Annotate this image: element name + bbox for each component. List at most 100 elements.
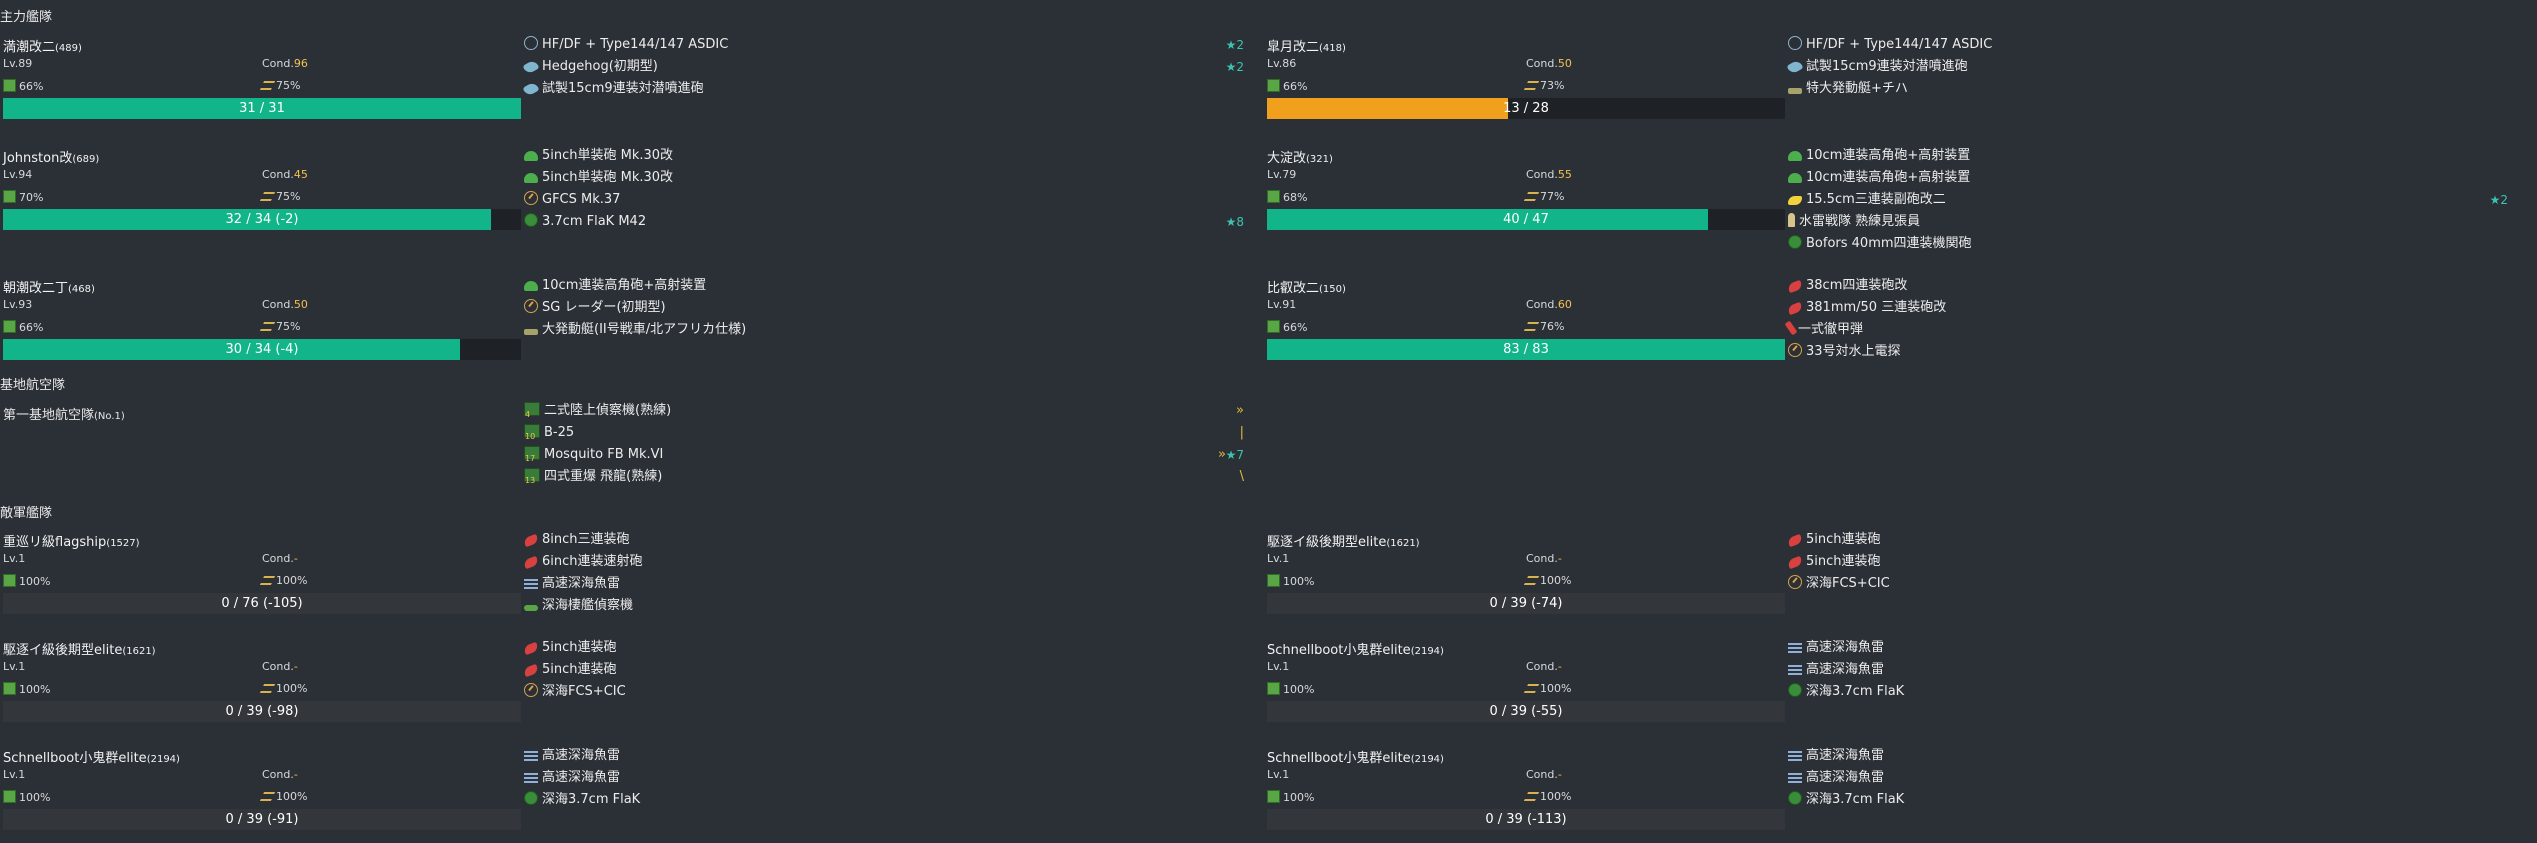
equipment-item[interactable]: 5inch連装砲: [522, 637, 1244, 659]
torpedo-icon: [1788, 751, 1802, 761]
equipment-item[interactable]: 試製15cm9連装対潜噴進砲: [1786, 56, 2508, 78]
equipment-item[interactable]: 大発動艇(II号戦車/北アフリカ仕様): [524, 319, 1244, 341]
equipment-item[interactable]: 5inch連装砲: [522, 659, 1244, 681]
land-base-plane[interactable]: 13 四式重爆 飛龍(熟練) \: [524, 466, 1244, 488]
ship-card: 比叡改二(150) Lv.91 Cond.60 66% 76% 83 / 83 38cm四連…: [1264, 277, 2524, 373]
fuel-value: 66%: [1283, 80, 1308, 93]
ship-name: 朝潮改二丁(468): [3, 277, 95, 296]
equipment-item[interactable]: 深海FCS+CIC: [1788, 573, 2508, 595]
cond-label: Cond.: [262, 768, 294, 781]
fuel-icon: [3, 190, 16, 203]
cond-label: Cond.: [262, 57, 294, 70]
equipment-item[interactable]: 6inch連装速射砲: [522, 551, 1244, 573]
equipment-item[interactable]: 深海3.7cm FlaK: [1788, 789, 2508, 811]
equipment-item[interactable]: 試製15cm9連装対潜噴進砲: [522, 78, 1244, 100]
enemy-ship-card: 駆逐イ級後期型elite(1621) Lv.1 Cond.- 100% 100% 0 / …: [1264, 531, 2524, 627]
land-base-plane[interactable]: 4 二式陸上偵察機(熟練) »: [524, 400, 1244, 422]
hp-text: 0 / 39 (-113): [1485, 812, 1567, 827]
ship-ammo: 100%: [259, 574, 307, 587]
equipment-item[interactable]: 10cm連装高角砲+高射装置: [1788, 167, 2508, 189]
ship-level: Lv.1: [3, 768, 26, 781]
hp-text: 0 / 76 (-105): [221, 596, 303, 611]
equipment-item[interactable]: SG レーダー(初期型): [524, 297, 1244, 319]
cond-label: Cond.: [1526, 168, 1558, 181]
land-base-plane[interactable]: 10 B-25 |: [524, 422, 1244, 444]
ship-name: 比叡改二(150): [1267, 277, 1346, 296]
equipment-item[interactable]: 10cm連装高角砲+高射装置: [524, 275, 1244, 297]
ship-id: (2194): [1410, 646, 1444, 657]
equipment-item[interactable]: 5inch連装砲: [1786, 529, 2508, 551]
cond-value: -: [293, 660, 298, 673]
ship-cond: Cond.-: [1526, 768, 1562, 781]
equipment-item[interactable]: 深海3.7cm FlaK: [1788, 681, 2508, 703]
equipment-item[interactable]: 381mm/50 三連装砲改: [1786, 297, 2508, 319]
equipment-item[interactable]: 高速深海魚雷: [524, 745, 1244, 767]
equipment-item[interactable]: 深海3.7cm FlaK: [524, 789, 1244, 811]
hp-text: 0 / 39 (-98): [225, 704, 299, 719]
equipment-name: 38cm四連装砲改: [1806, 278, 1908, 293]
ship-name-text: 満潮改二: [3, 40, 56, 55]
hp-bar: 0 / 39 (-113): [1267, 809, 1785, 830]
equipment-item[interactable]: 高速深海魚雷: [524, 767, 1244, 789]
large-gun-icon: [522, 533, 540, 548]
equipment-item[interactable]: 10cm連装高角砲+高射装置: [1788, 145, 2508, 167]
plane-name: B-25: [544, 425, 575, 440]
equipment-item[interactable]: 水雷戦隊 熟練見張員: [1788, 211, 2508, 233]
hp-text: 40 / 47: [1503, 212, 1549, 227]
equipment-item[interactable]: 3.7cm FlaK M42 ★8: [524, 211, 1244, 233]
plane-count: 13: [525, 476, 536, 485]
equipment-item[interactable]: 15.5cm三連装副砲改二 ★2: [1788, 189, 2508, 211]
equipment-item[interactable]: HF/DF + Type144/147 ASDIC ★2: [524, 34, 1244, 56]
equipment-item[interactable]: 一式徹甲弾: [1784, 319, 2508, 341]
equipment-item[interactable]: Bofors 40mm四連装機関砲: [1788, 233, 2508, 255]
ship-level: Lv.93: [3, 298, 33, 311]
fuel-icon: [3, 320, 16, 333]
radar-icon: [524, 299, 538, 313]
cond-label: Cond.: [1526, 298, 1558, 311]
ship-cond: Cond.50: [1526, 57, 1572, 70]
ship-name-text: Schnellboot小鬼群elite: [1267, 751, 1411, 766]
equipment-item[interactable]: 38cm四連装砲改: [1786, 275, 2508, 297]
ammo-value: 75%: [276, 320, 301, 333]
equipment-item[interactable]: 5inch単装砲 Mk.30改: [524, 167, 1244, 189]
equipment-name: 33号対水上電探: [1806, 344, 1901, 359]
fuel-icon: [1267, 574, 1280, 587]
cond-value: 96: [293, 57, 308, 70]
equipment-item[interactable]: Hedgehog(初期型) ★2: [522, 56, 1244, 78]
equipment-item[interactable]: 5inch単装砲 Mk.30改: [524, 145, 1244, 167]
cond-label: Cond.: [262, 298, 294, 311]
equipment-item[interactable]: 高速深海魚雷: [1788, 745, 2508, 767]
sonar-icon: [524, 36, 538, 50]
equipment-name: 15.5cm三連装副砲改二: [1806, 192, 1946, 207]
equipment-item[interactable]: GFCS Mk.37: [524, 189, 1244, 211]
fuel-value: 100%: [1283, 683, 1315, 696]
radar-icon: [1788, 343, 1802, 357]
equipment-item[interactable]: 特大発動艇+チハ: [1788, 78, 2508, 100]
ship-name-text: Johnston改: [3, 151, 73, 166]
cond-value: 60: [1557, 298, 1572, 311]
radar-icon: [524, 683, 538, 697]
aa-gun-icon: [524, 213, 538, 227]
ammo-value: 75%: [276, 79, 301, 92]
equipment-list: HF/DF + Type144/147 ASDIC 試製15cm9連装対潜噴進砲特…: [1786, 34, 2508, 100]
equipment-name: 深海FCS+CIC: [1806, 576, 1890, 591]
ship-name: 大淀改(321): [1267, 147, 1333, 166]
plane-count: 10: [525, 432, 536, 441]
equipment-item[interactable]: 5inch連装砲: [1786, 551, 2508, 573]
ship-ammo: 75%: [259, 190, 300, 203]
equipment-item[interactable]: 高速深海魚雷: [1788, 767, 2508, 789]
equipment-item[interactable]: 高速深海魚雷: [524, 573, 1244, 595]
ship-card: 朝潮改二丁(468) Lv.93 Cond.50 66% 75% 30 / 34 (-4)…: [0, 277, 1260, 373]
equipment-item[interactable]: 高速深海魚雷: [1788, 637, 2508, 659]
equipment-item[interactable]: 8inch三連装砲: [522, 529, 1244, 551]
equipment-item[interactable]: HF/DF + Type144/147 ASDIC: [1788, 34, 2508, 56]
proficiency-icon: \: [1239, 469, 1244, 484]
ship-ammo: 77%: [1523, 190, 1564, 203]
equipment-item[interactable]: 高速深海魚雷: [1788, 659, 2508, 681]
land-base-plane[interactable]: 17 Mosquito FB Mk.VI» ★7: [524, 444, 1244, 466]
ammo-icon: [259, 322, 276, 331]
equipment-item[interactable]: 33号対水上電探: [1788, 341, 2508, 363]
equipment-item[interactable]: 深海棲艦偵察機: [524, 595, 1244, 617]
equipment-item[interactable]: 深海FCS+CIC: [524, 681, 1244, 703]
aa-gun-icon: [1788, 683, 1802, 697]
